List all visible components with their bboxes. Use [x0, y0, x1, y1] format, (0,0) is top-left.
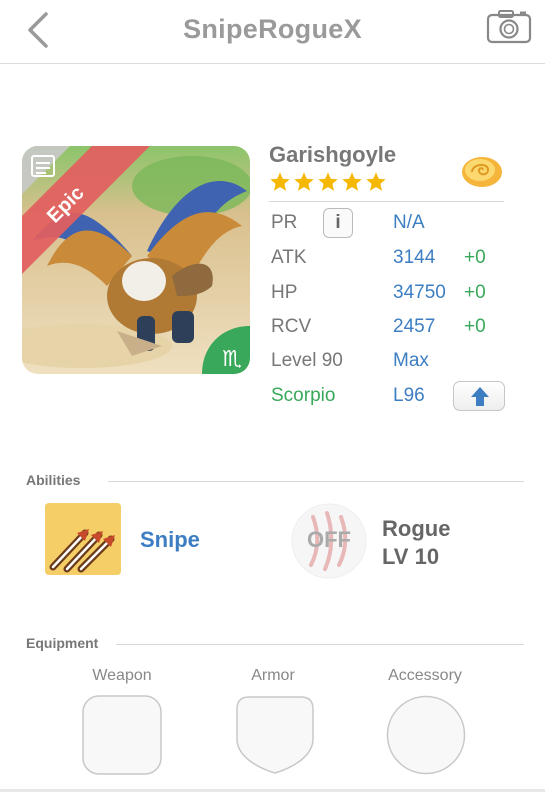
star-icon	[294, 172, 314, 191]
stat-row-hp: HP 34750 +0	[271, 282, 511, 310]
stat-label-pr: PR	[271, 212, 298, 233]
star-icon	[318, 172, 338, 191]
camera-button[interactable]	[486, 10, 532, 44]
stat-row-level: Level 90 Max	[271, 350, 511, 378]
stat-value-rcv: 2457	[393, 316, 436, 337]
star-rating	[269, 171, 387, 193]
accessory-label: Accessory	[388, 667, 462, 684]
passive-ability-level: LV 10	[382, 544, 440, 569]
stat-label-level: Level 90	[271, 350, 343, 371]
stat-label-rcv: RCV	[271, 316, 312, 337]
stat-label-hp: HP	[271, 282, 298, 303]
stat-row-zodiac: Scorpio L96	[271, 381, 511, 413]
stat-bonus-hp: +0	[464, 282, 486, 303]
camera-icon	[486, 10, 532, 44]
snipe-ability-icon[interactable]	[45, 503, 121, 575]
monster-artwork: Epic ♏	[22, 146, 250, 374]
stat-label-zodiac: Scorpio	[271, 385, 336, 406]
star-icon	[342, 172, 362, 191]
monster-portrait[interactable]: Epic ♏	[22, 146, 250, 374]
monster-name: Garishgoyle	[269, 142, 397, 167]
arrow-up-icon	[471, 387, 489, 406]
passive-ability-name: Rogue	[382, 516, 451, 541]
accessory-slot[interactable]	[386, 695, 466, 775]
weapon-label: Weapon	[92, 667, 152, 684]
armor-slot[interactable]	[235, 695, 315, 775]
stat-row-pr: PR i N/A	[271, 208, 511, 240]
active-ability-name[interactable]: Snipe	[140, 527, 200, 553]
stat-row-atk: ATK 3144 +0	[271, 247, 511, 275]
bottom-divider	[0, 789, 545, 792]
armor-label: Armor	[251, 667, 295, 684]
page-title: SnipeRogueX	[183, 14, 362, 44]
equipment-heading: Equipment	[26, 635, 99, 651]
stat-value-zodiac: L96	[393, 385, 425, 406]
passive-status-off: OFF	[307, 527, 351, 552]
stat-bonus-rcv: +0	[464, 316, 486, 337]
stat-bonus-atk: +0	[464, 247, 486, 268]
passive-ability[interactable]: Rogue LV 10	[382, 515, 450, 571]
stat-value-hp: 34750	[393, 282, 446, 303]
abilities-divider	[108, 481, 524, 482]
zodiac-badge-icon: ♏	[222, 347, 242, 372]
abilities-heading: Abilities	[26, 472, 81, 488]
stat-row-rcv: RCV 2457 +0	[271, 316, 511, 344]
stat-value-level: Max	[393, 350, 429, 371]
star-icon	[270, 172, 290, 191]
wind-element-icon	[458, 150, 506, 190]
weapon-slot[interactable]	[82, 695, 162, 775]
stat-value-atk: 3144	[393, 247, 436, 268]
shield-icon	[236, 696, 314, 774]
stat-value-pr: N/A	[393, 212, 425, 233]
info-icon: i	[335, 212, 341, 233]
equipment-divider	[116, 644, 524, 645]
info-button[interactable]: i	[323, 208, 353, 238]
divider	[269, 201, 504, 202]
top-bar: SnipeRogueX	[0, 0, 545, 64]
weapon-slot-icon	[82, 695, 162, 775]
accessory-slot-icon	[386, 695, 466, 775]
star-icon	[366, 172, 386, 191]
stat-label-atk: ATK	[271, 247, 307, 268]
zodiac-upgrade-button[interactable]	[453, 381, 505, 411]
